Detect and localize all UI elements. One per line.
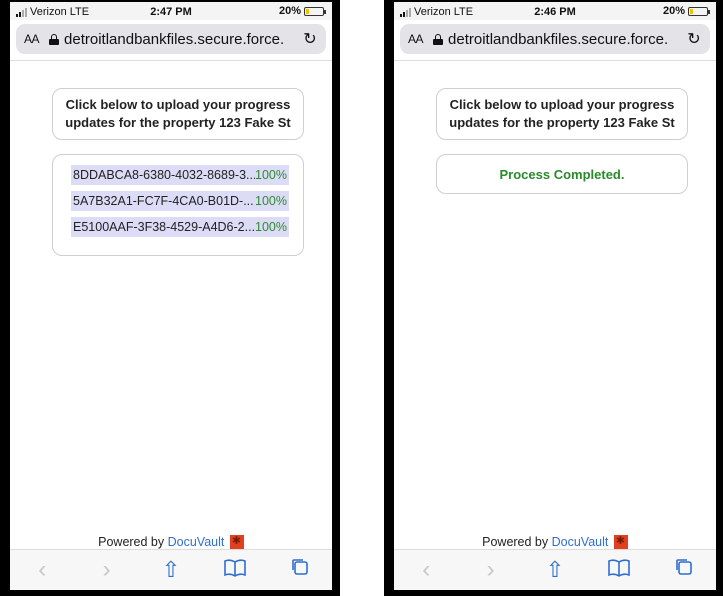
reload-icon[interactable]: ↻ xyxy=(298,29,322,49)
reload-icon[interactable]: ↻ xyxy=(682,29,706,49)
tabs-icon[interactable] xyxy=(664,557,704,583)
bookmarks-icon[interactable] xyxy=(599,557,639,583)
forward-icon[interactable]: › xyxy=(87,556,127,584)
url-text[interactable]: detroitlandbankfiles.secure.force. xyxy=(64,31,298,48)
upload-instructions-card[interactable]: Click below to upload your progress upda… xyxy=(436,88,688,140)
upload-instructions-card[interactable]: Click below to upload your progress upda… xyxy=(52,88,304,140)
divider xyxy=(394,60,716,61)
process-completed-message: Process Completed. xyxy=(499,166,625,182)
tabs-icon[interactable] xyxy=(280,557,320,583)
back-icon[interactable]: ‹ xyxy=(406,556,446,584)
divider xyxy=(10,60,332,61)
back-icon[interactable]: ‹ xyxy=(22,556,62,584)
instructions-line-1: Click below to upload your progress xyxy=(449,97,675,112)
powered-by: Powered by DocuVault xyxy=(10,534,332,549)
lock-icon xyxy=(49,33,60,45)
screen: Verizon LTE 2:47 PM 20% AA detroitlandba… xyxy=(10,2,332,590)
completion-status-card: Process Completed. xyxy=(436,154,688,194)
tabs-squares-icon xyxy=(291,559,308,575)
file-row: 5A7B32A1-FC7F-4CA0-B01D-... 100% xyxy=(71,191,289,211)
instructions-line-2: updates for the property 123 Fake St xyxy=(449,115,675,130)
battery-percent: 20% xyxy=(662,5,685,17)
url-text[interactable]: detroitlandbankfiles.secure.force. xyxy=(448,31,682,48)
file-name: E5100AAF-3F38-4529-A4D6-2... xyxy=(73,220,256,234)
upload-progress-list: 8DDABCA8-6380-4032-8689-3... 100% 5A7B32… xyxy=(52,154,304,256)
battery-icon xyxy=(304,6,326,16)
instructions-line-2: updates for the property 123 Fake St xyxy=(65,115,291,130)
share-icon[interactable]: ⇧ xyxy=(151,557,191,583)
bookmarks-icon[interactable] xyxy=(215,557,255,583)
status-bar: Verizon LTE 2:47 PM 20% xyxy=(10,2,332,20)
file-row: 8DDABCA8-6380-4032-8689-3... 100% xyxy=(71,165,289,185)
text-size-button[interactable]: AA xyxy=(24,32,40,46)
file-progress: 100% xyxy=(255,168,287,182)
battery-icon xyxy=(688,6,710,16)
phone-screenshot-left: Verizon LTE 2:47 PM 20% AA detroitlandba… xyxy=(0,0,340,596)
file-name: 8DDABCA8-6380-4032-8689-3... xyxy=(73,168,256,182)
book-icon xyxy=(608,559,631,577)
phone-screenshot-right: Verizon LTE 2:46 PM 20% AA detroitlandba… xyxy=(384,0,723,596)
docuvault-link[interactable]: DocuVault xyxy=(168,535,225,549)
screen: Verizon LTE 2:46 PM 20% AA detroitlandba… xyxy=(394,2,716,590)
docuvault-link[interactable]: DocuVault xyxy=(552,535,609,549)
status-bar: Verizon LTE 2:46 PM 20% xyxy=(394,2,716,20)
tabs-squares-icon xyxy=(675,559,692,575)
text-size-button[interactable]: AA xyxy=(408,32,424,46)
browser-toolbar: ‹ › ⇧ xyxy=(10,549,332,590)
book-icon xyxy=(224,559,247,577)
file-progress: 100% xyxy=(255,220,287,234)
powered-by: Powered by DocuVault xyxy=(394,534,716,549)
lock-icon xyxy=(433,33,444,45)
file-progress: 100% xyxy=(255,194,287,208)
docuvault-logo-icon xyxy=(613,534,628,549)
address-bar[interactable]: AA detroitlandbankfiles.secure.force. ↻ xyxy=(400,24,710,54)
battery-percent: 20% xyxy=(278,5,301,17)
forward-icon[interactable]: › xyxy=(471,556,511,584)
file-name: 5A7B32A1-FC7F-4CA0-B01D-... xyxy=(73,194,254,208)
file-row: E5100AAF-3F38-4529-A4D6-2... 100% xyxy=(71,217,289,237)
address-bar[interactable]: AA detroitlandbankfiles.secure.force. ↻ xyxy=(16,24,326,54)
instructions-line-1: Click below to upload your progress xyxy=(65,97,291,112)
docuvault-logo-icon xyxy=(229,534,244,549)
browser-toolbar: ‹ › ⇧ xyxy=(394,549,716,590)
share-icon[interactable]: ⇧ xyxy=(535,557,575,583)
